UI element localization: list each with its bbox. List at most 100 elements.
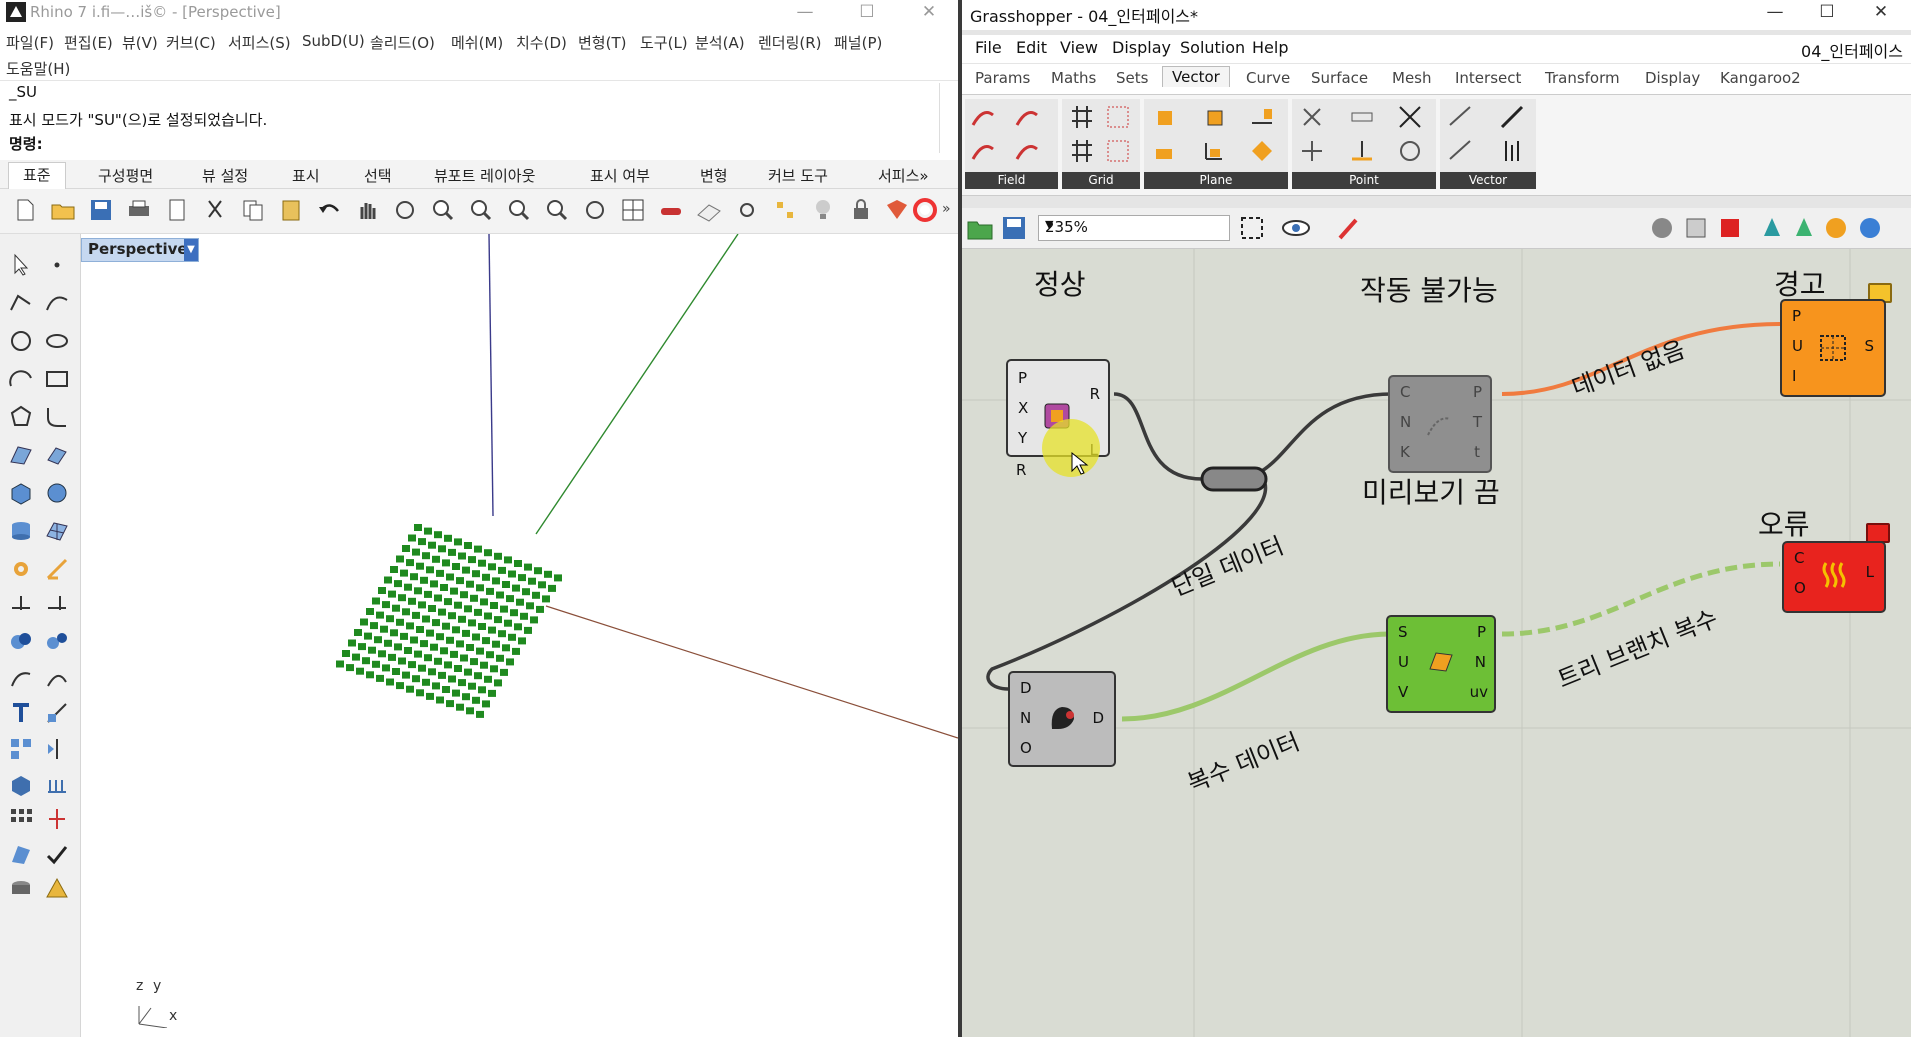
- menu-view[interactable]: 뷰(V): [122, 32, 158, 53]
- zoom-extents-icon[interactable]: [1238, 214, 1266, 242]
- minimize-button[interactable]: —: [782, 0, 828, 24]
- grid-square-icon[interactable]: [1068, 137, 1096, 165]
- preview-wireframe-icon[interactable]: [1648, 214, 1676, 242]
- vector-display-icon[interactable]: [1498, 137, 1526, 165]
- save-file-icon[interactable]: [1000, 214, 1028, 242]
- display-mesh-icon[interactable]: [1758, 214, 1786, 242]
- gumball-icon[interactable]: [44, 806, 70, 832]
- field-line-charge-icon[interactable]: [969, 103, 997, 131]
- plane-align-icon[interactable]: [1150, 103, 1178, 131]
- menu-dimension[interactable]: 치수(D): [516, 32, 567, 53]
- import-icon[interactable]: [164, 197, 190, 223]
- gh-menu-view[interactable]: View: [1060, 38, 1098, 57]
- plane-rotate-icon[interactable]: [1200, 137, 1228, 165]
- sketch-pen-icon[interactable]: [1336, 214, 1364, 242]
- lock-icon[interactable]: [848, 197, 874, 223]
- close-button[interactable]: ✕: [906, 0, 952, 24]
- rotate-view-icon[interactable]: [392, 197, 418, 223]
- mirror-icon[interactable]: [44, 736, 70, 762]
- error-badge-icon[interactable]: [1866, 523, 1890, 543]
- field-point-charge-icon[interactable]: [1013, 103, 1041, 131]
- car-render-icon[interactable]: [658, 197, 684, 223]
- gh-minimize-button[interactable]: —: [1752, 0, 1798, 24]
- plane-origin-icon[interactable]: [1248, 137, 1276, 165]
- check-icon[interactable]: [44, 842, 70, 868]
- offset-curve-icon[interactable]: [8, 666, 34, 692]
- menu-file[interactable]: 파일(F): [6, 32, 54, 53]
- scale-icon[interactable]: [44, 700, 70, 726]
- point-deconstruct-icon[interactable]: [1298, 103, 1326, 131]
- menu-help[interactable]: 도움말(H): [6, 58, 70, 79]
- material-icon[interactable]: [884, 197, 910, 223]
- menu-surface[interactable]: 서피스(S): [228, 32, 291, 53]
- paste-icon[interactable]: [278, 197, 304, 223]
- field-spin-icon[interactable]: [969, 137, 997, 165]
- color-wheel-icon[interactable]: [912, 197, 938, 223]
- analyze-icon[interactable]: [8, 842, 34, 868]
- zoom-window-icon[interactable]: [468, 197, 494, 223]
- rectangle-icon[interactable]: [44, 366, 70, 392]
- box-icon[interactable]: [8, 480, 34, 506]
- ellipse-icon[interactable]: [44, 328, 70, 354]
- select-arrow-icon[interactable]: [8, 252, 34, 278]
- gh-tab-curve[interactable]: Curve: [1246, 69, 1290, 87]
- zoom-icon[interactable]: [430, 197, 456, 223]
- split-icon[interactable]: [8, 590, 34, 616]
- graft-node[interactable]: D N O D: [1008, 671, 1116, 767]
- display-material-icon[interactable]: [1822, 214, 1850, 242]
- menu-panels[interactable]: 패널(P): [834, 32, 882, 53]
- grasshopper-canvas[interactable]: 정상 P X Y R L R 작동 불가능 C N K P T t 경고 P U…: [962, 249, 1911, 1037]
- array-icon[interactable]: [8, 736, 34, 762]
- zoom-dropdown[interactable]: 235% ▼: [1038, 215, 1230, 241]
- gh-tab-mesh[interactable]: Mesh: [1392, 69, 1432, 87]
- blend-curve-icon[interactable]: [44, 666, 70, 692]
- open-file-icon[interactable]: [966, 214, 994, 242]
- display-sphere-icon[interactable]: [1856, 214, 1884, 242]
- solid-box-edit-icon[interactable]: [8, 772, 34, 798]
- tab-viewport-layout[interactable]: 뷰포트 레이아웃: [434, 165, 535, 186]
- ribbon-group-label[interactable]: Point: [1292, 172, 1436, 189]
- menu-curve[interactable]: 커브(C): [166, 32, 216, 53]
- point-icon[interactable]: [44, 252, 70, 278]
- gh-menu-solution[interactable]: Solution: [1180, 38, 1245, 57]
- disabled-node[interactable]: C N K P T t: [1388, 375, 1492, 473]
- boolean-diff-icon[interactable]: [44, 628, 70, 654]
- field-merge-icon[interactable]: [1013, 137, 1041, 165]
- toolbar-overflow-icon[interactable]: »: [942, 201, 951, 217]
- arc-icon[interactable]: [8, 366, 34, 392]
- cylinder-icon[interactable]: [8, 518, 34, 544]
- menu-subd[interactable]: SubD(U): [302, 32, 365, 50]
- preview-off-node[interactable]: S U V P N uv: [1386, 615, 1496, 713]
- ribbon-group-label[interactable]: Grid: [1062, 172, 1140, 189]
- plane-xy-icon[interactable]: [1200, 103, 1228, 131]
- ribbon-group-label[interactable]: Plane: [1144, 172, 1288, 189]
- vector-xyz-icon[interactable]: [1446, 103, 1474, 131]
- vector-deconstruct-icon[interactable]: [1446, 137, 1474, 165]
- menu-render[interactable]: 렌더링(R): [758, 32, 822, 53]
- extrude-surface-icon[interactable]: [44, 442, 70, 468]
- trim-icon[interactable]: [44, 590, 70, 616]
- open-folder-icon[interactable]: [50, 197, 76, 223]
- osnap-icon[interactable]: [734, 197, 760, 223]
- cage-edit-icon[interactable]: [44, 772, 70, 798]
- preview-shaded-icon[interactable]: [1682, 214, 1710, 242]
- undo-icon[interactable]: [316, 197, 342, 223]
- tab-display[interactable]: 표시: [292, 165, 320, 186]
- tab-select[interactable]: 선택: [364, 165, 392, 186]
- viewport-dropdown-icon[interactable]: ▼: [184, 239, 198, 261]
- gh-tab-vector[interactable]: Vector: [1162, 66, 1230, 87]
- polyline-icon[interactable]: [8, 290, 34, 316]
- maximize-button[interactable]: ☐: [844, 0, 890, 24]
- ribbon-group-label[interactable]: Vector: [1440, 172, 1536, 189]
- menu-analyze[interactable]: 분석(A): [695, 32, 745, 53]
- circle-icon[interactable]: [8, 328, 34, 354]
- mesh-icon[interactable]: [44, 518, 70, 544]
- gh-tab-sets[interactable]: Sets: [1116, 69, 1148, 87]
- gh-close-button[interactable]: ✕: [1858, 0, 1904, 24]
- point-numbers-icon[interactable]: [1348, 103, 1376, 131]
- vector-2pt-icon[interactable]: [1498, 103, 1526, 131]
- gh-menu-file[interactable]: File: [975, 38, 1002, 57]
- menu-mesh[interactable]: 메쉬(M): [451, 32, 503, 53]
- point-polar-icon[interactable]: [1396, 137, 1424, 165]
- gh-tab-intersect[interactable]: Intersect: [1455, 69, 1521, 87]
